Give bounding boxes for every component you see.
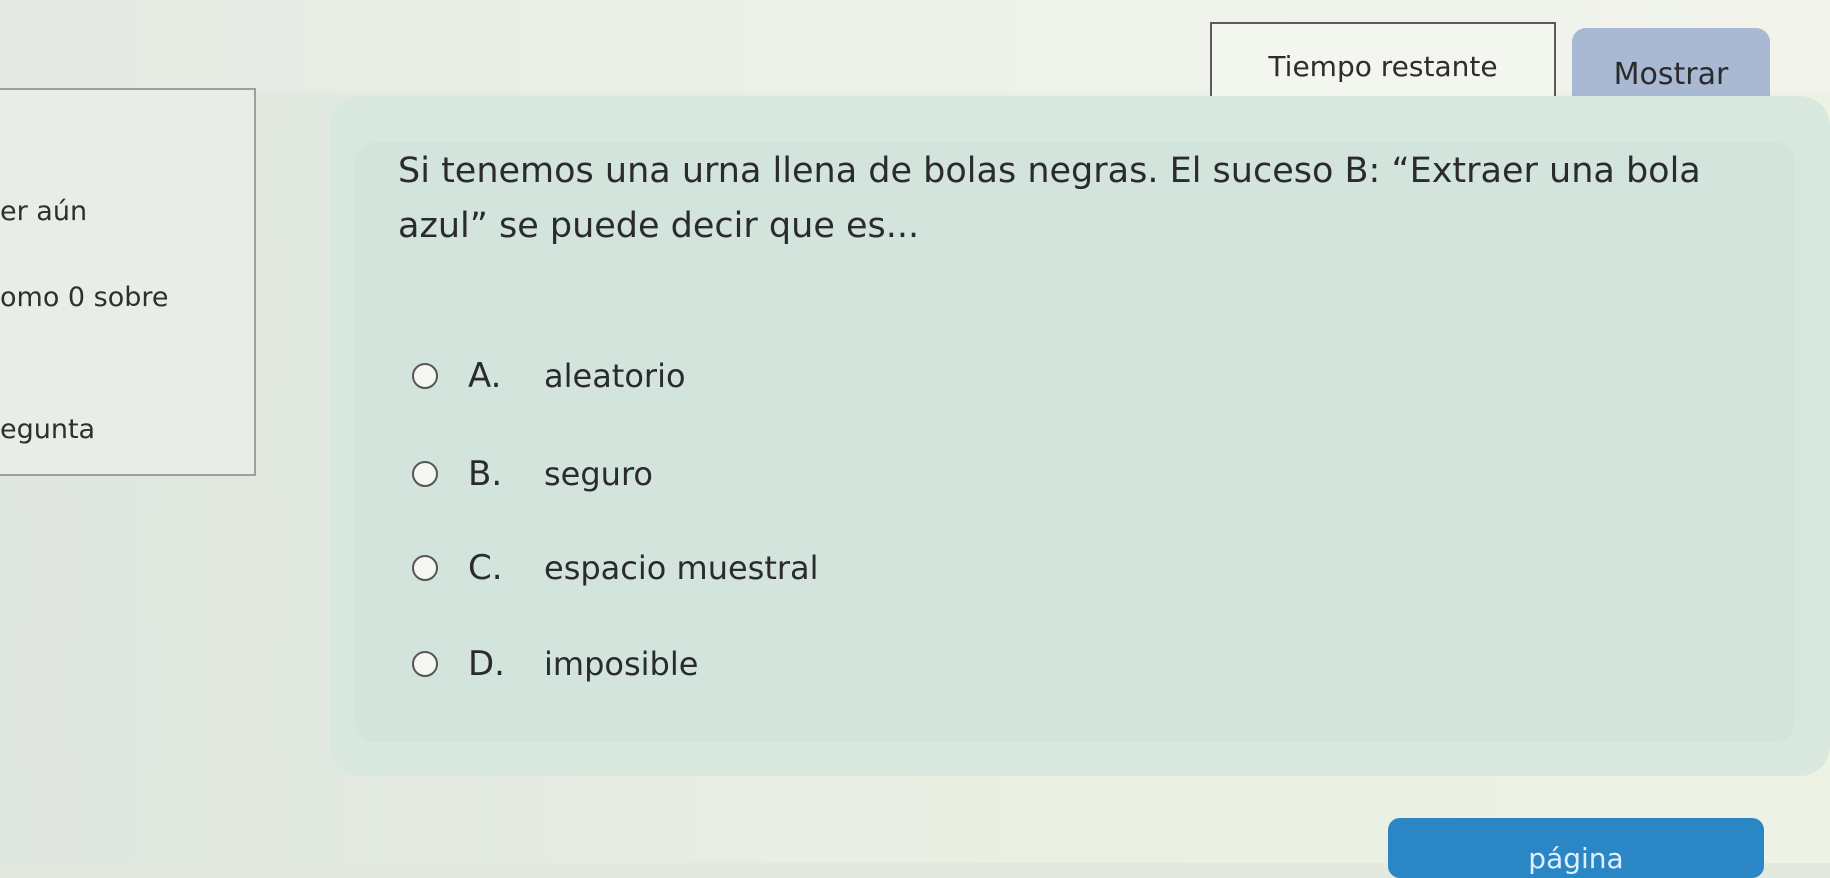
option-a[interactable]: A. aleatorio	[412, 354, 686, 398]
option-text: seguro	[544, 455, 653, 493]
show-button-label: Mostrar	[1613, 56, 1729, 92]
info-panel-text-1: er aún	[0, 196, 88, 227]
option-d[interactable]: D. imposible	[412, 642, 698, 686]
option-c[interactable]: C. espacio muestral	[412, 546, 819, 590]
radio-button-d[interactable]	[412, 651, 438, 677]
next-page-button-label: página	[1528, 842, 1624, 875]
option-text: aleatorio	[544, 357, 686, 395]
option-text: espacio muestral	[544, 549, 819, 587]
radio-button-a[interactable]	[412, 363, 438, 389]
option-letter: A.	[468, 356, 502, 396]
option-text: imposible	[544, 645, 699, 683]
radio-button-c[interactable]	[412, 555, 438, 581]
option-letter: D.	[468, 644, 505, 684]
info-panel-text-3: egunta	[0, 414, 96, 445]
radio-button-b[interactable]	[412, 461, 438, 487]
option-b[interactable]: B. seguro	[412, 452, 653, 496]
time-remaining-label: Tiempo restante	[1268, 49, 1498, 83]
option-letter: B.	[468, 454, 503, 494]
option-letter: C.	[468, 548, 503, 588]
next-page-button[interactable]: página	[1388, 818, 1764, 878]
info-panel-text-2: omo 0 sobre	[0, 282, 169, 313]
question-text: Si tenemos una urna llena de bolas negra…	[398, 151, 1701, 246]
